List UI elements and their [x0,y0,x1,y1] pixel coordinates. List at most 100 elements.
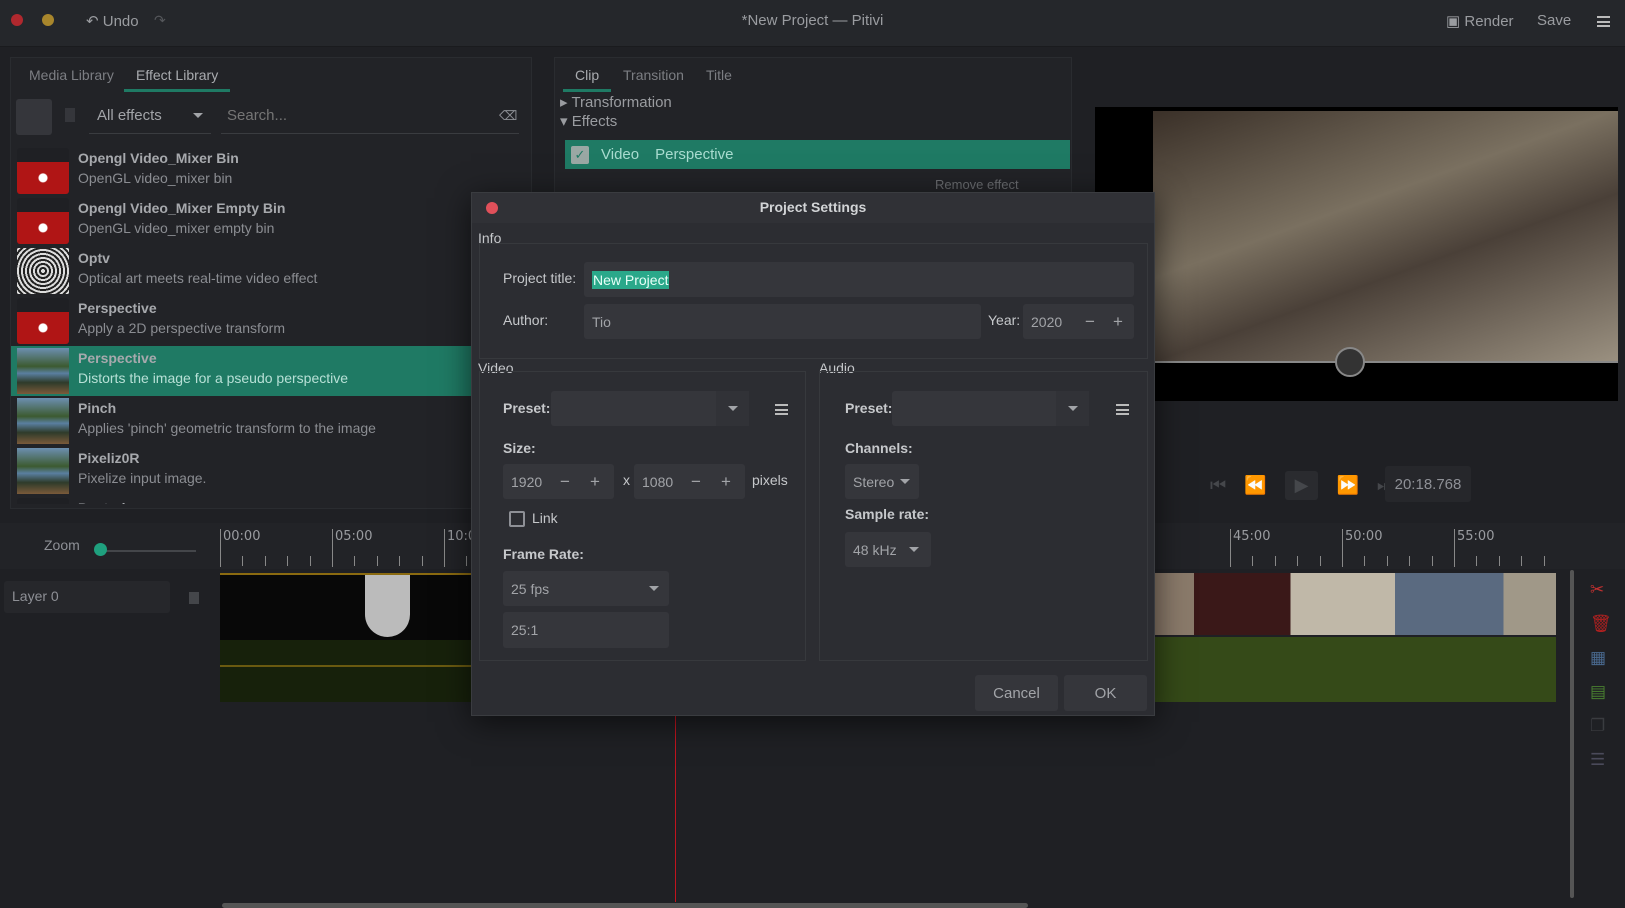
effect-list-item[interactable]: Opengl Video_Mixer Bin OpenGL video_mixe… [11,146,473,196]
layer-menu-icon[interactable] [189,592,199,604]
ruler-minor-tick [264,556,266,566]
playhead[interactable] [675,716,676,902]
main-menu-icon[interactable] [1597,16,1610,27]
effect-description: Distorts the image for a pseudo perspect… [78,370,349,386]
author-input[interactable]: Tio [584,304,981,339]
header-bar: ↶ Undo ↷ *New Project — Pitivi ▣ Render … [0,0,1625,47]
search-input[interactable] [221,98,519,134]
cancel-button[interactable]: Cancel [975,675,1058,711]
group-icon[interactable]: ▦ [1590,648,1612,668]
year-increment[interactable]: + [1113,312,1123,332]
layer-label[interactable]: Layer 0 [4,581,170,613]
audio-preset-menu-icon[interactable] [1116,404,1129,415]
sample-rate-combo[interactable]: 48 kHz [845,532,931,567]
video-preset-menu-icon[interactable] [775,404,788,415]
height-spinner[interactable]: 1080− + [634,464,745,499]
effect-list-item[interactable]: Pixeliz0R Pixelize input image. [11,446,473,496]
close-window-button[interactable] [11,14,23,26]
zoom-slider[interactable] [100,550,196,552]
ruler-label: 50:00 [1345,529,1383,544]
effect-category-select[interactable]: All effects [89,98,211,134]
rewind-icon[interactable]: ⏪ [1244,475,1266,496]
size-label: Size: [503,440,536,456]
video-preset-combo[interactable] [551,391,749,426]
width-decrement[interactable]: − [560,472,570,492]
audio-clip[interactable] [220,640,472,702]
effect-enabled-checkbox[interactable]: ✓ [571,145,589,164]
effect-row[interactable]: ✓ Video Perspective [565,140,1070,169]
project-title-input[interactable]: New Project [584,262,1134,297]
effect-list-item[interactable]: Perspective Distorts the image for a pse… [11,346,473,396]
tab-transition[interactable]: Transition [623,58,684,92]
effect-list-item[interactable]: Perspective Apply a 2D perspective trans… [11,296,473,346]
expand-button[interactable] [16,99,52,135]
minimize-window-button[interactable] [42,14,54,26]
tab-title[interactable]: Title [706,58,732,92]
render-button[interactable]: ▣ Render [1446,12,1514,30]
video-clip-right[interactable] [1154,573,1556,635]
link-checkbox[interactable] [509,511,525,527]
copy-icon[interactable]: ❐ [1590,716,1612,736]
tab-effect-library[interactable]: Effect Library [124,58,231,92]
size-separator: x [623,472,630,488]
ok-button[interactable]: OK [1064,675,1147,711]
ruler-minor-tick [376,556,378,566]
undo-button[interactable]: ↶ Undo [86,12,139,30]
ruler-minor-tick [1498,556,1500,566]
toggle-icon[interactable] [65,108,75,122]
year-label: Year: [988,312,1021,328]
project-title-label: Project title: [503,270,577,286]
horizontal-scrollbar[interactable] [222,903,1028,908]
lake-effect-icon [17,398,69,444]
effects-expander[interactable]: ▾ Effects [560,112,617,130]
window-title: *New Project — Pitivi [741,12,884,29]
ruler-minor-tick [1476,556,1478,566]
timecode-field[interactable]: 20:18.768 [1385,466,1471,502]
year-decrement[interactable]: − [1085,312,1095,332]
play-icon[interactable]: ▶ [1284,470,1319,500]
width-increment[interactable]: + [590,472,600,492]
audio-clip-right[interactable] [1154,637,1556,702]
remove-effect-button[interactable]: Remove effect [935,177,1019,192]
ruler-label: 55:00 [1457,529,1495,544]
ruler-minor-tick [1274,556,1276,566]
video-viewer[interactable] [1095,107,1618,401]
sample-rate-label: Sample rate: [845,506,930,522]
markers-icon[interactable]: ☰ [1590,750,1612,770]
effect-description: Applies 'pinch' geometric transform to t… [78,420,376,436]
lake-effect-icon [17,348,69,394]
effect-list-item[interactable]: Posterize [11,496,473,504]
ruler-minor-tick [1543,556,1545,566]
transformation-expander[interactable]: ▸ Transformation [560,93,672,111]
year-spinner[interactable]: 2020− + [1023,304,1134,339]
split-icon[interactable]: ✂ [1590,580,1612,600]
chevron-down-icon [193,113,203,118]
tab-clip[interactable]: Clip [563,58,612,92]
project-settings-dialog: Project Settings Info Project title: New… [471,192,1155,716]
zoom-slider-handle[interactable] [94,543,107,556]
height-decrement[interactable]: − [691,472,701,492]
channels-combo[interactable]: Stereo [845,464,919,499]
transform-handle[interactable] [1335,347,1365,377]
render-icon: ▣ [1446,13,1461,30]
audio-preset-combo[interactable] [892,391,1089,426]
tab-media-library[interactable]: Media Library [29,58,114,92]
ruler-minor-tick [399,556,401,566]
width-spinner[interactable]: 1920− + [503,464,614,499]
save-button[interactable]: Save [1537,12,1571,29]
vertical-scrollbar[interactable] [1570,570,1574,898]
ruler-major-tick [1342,529,1343,567]
frame-rate-ratio-input[interactable]: 25:1 [503,612,669,648]
forward-icon[interactable]: ⏩ [1336,475,1358,496]
redo-button[interactable]: ↷ [154,12,166,29]
clear-search-icon[interactable]: ⌫ [499,108,517,124]
effect-list-item[interactable]: Opengl Video_Mixer Empty Bin OpenGL vide… [11,196,473,246]
effect-list-item[interactable]: Pinch Applies 'pinch' geometric transfor… [11,396,473,446]
frame-rate-combo[interactable]: 25 fps [503,571,669,606]
align-icon[interactable]: ▤ [1590,682,1612,702]
skip-start-icon[interactable]: ⏮ [1210,475,1226,496]
effect-name: Perspective [78,350,157,366]
height-increment[interactable]: + [721,472,731,492]
delete-icon[interactable]: 🗑 [1590,614,1612,634]
effect-list-item[interactable]: Optv Optical art meets real-time video e… [11,246,473,296]
